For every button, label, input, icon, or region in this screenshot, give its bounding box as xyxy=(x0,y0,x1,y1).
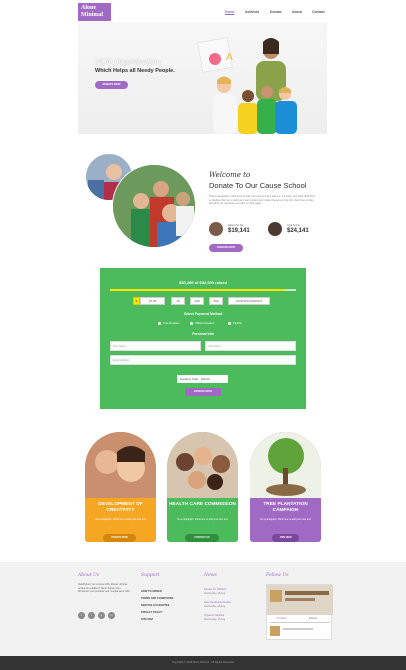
footer-support-heading: Support xyxy=(141,573,160,578)
footer-follow-heading: Follow Us xyxy=(266,573,289,578)
stat-value-raised: $19,141 xyxy=(228,228,250,234)
news-date-1: Wednesday, 15 Aug xyxy=(204,592,226,595)
widget-tab-events[interactable]: Events xyxy=(309,617,317,620)
social-feed-cover xyxy=(267,585,333,615)
donation-total: Donation Total: $10.00 xyxy=(177,375,228,383)
card-creativity xyxy=(85,432,156,542)
personal-info-heading: Personal Info xyxy=(192,332,214,336)
welcome-title: Donate To Our Cause School xyxy=(209,181,307,190)
footer-link-privacy[interactable]: PRIVACY POLICY xyxy=(141,611,163,614)
footer-link-sitemap[interactable]: SITE MAP xyxy=(141,618,153,621)
facebook-icon[interactable]: f xyxy=(78,612,85,619)
hero-banner: A xyxy=(78,22,327,134)
welcome-paragraph: This is paragraph. Click here to add you… xyxy=(209,195,316,206)
widget-tab-timeline[interactable]: Timeline xyxy=(277,617,287,620)
hero-title-script: NGO Organization xyxy=(95,58,161,66)
news-title-1[interactable]: Donate for Children xyxy=(204,588,227,591)
card-health-title: HEALTH CARE COMMISSION xyxy=(169,502,236,507)
news-date-3: Wednesday, 15 Aug xyxy=(204,618,226,621)
card-creativity-photo xyxy=(85,432,156,498)
stat-value-goal: $24,141 xyxy=(287,228,309,234)
hero-children-illustration: A xyxy=(197,37,297,134)
first-name-field[interactable]: First Name xyxy=(110,341,201,351)
card-health-photo xyxy=(167,432,238,498)
amount-input[interactable]: 10.00 xyxy=(140,297,165,305)
social-feed-widget[interactable]: Timeline Events xyxy=(266,584,333,640)
stat-label-raised: Raised So Far xyxy=(228,224,244,227)
welcome-donate-button[interactable]: DONATE NOW xyxy=(209,244,243,252)
footer-link-order[interactable]: HOW TO ORDER xyxy=(141,590,162,593)
widget-post-line xyxy=(283,628,313,630)
payment-radio-offline[interactable]: Offline Donation xyxy=(190,322,214,325)
currency-symbol: $ xyxy=(133,297,140,305)
card-tree-button[interactable]: JOIN NOW xyxy=(272,534,299,542)
card-tree xyxy=(250,432,321,542)
payment-radio-test[interactable]: Test Donation xyxy=(158,322,179,325)
card-creativity-text: I'm a paragraph. Click here to add your … xyxy=(94,518,147,521)
twitter-icon[interactable]: t xyxy=(88,612,95,619)
card-tree-title: TREE PLANTATION CAMPAIGN xyxy=(263,502,308,513)
donor-avatar-1 xyxy=(209,222,223,236)
card-creativity-title: DEVELOPMENT OF CREATIVITY xyxy=(98,502,143,513)
footer-about-heading: About Us xyxy=(78,573,100,578)
nav-home[interactable]: Home xyxy=(225,10,234,16)
hero-title: Which Helps all Needy People. xyxy=(95,68,175,74)
amount-option-15[interactable]: 15 xyxy=(171,297,185,305)
payment-method-heading: Select Payment Method xyxy=(183,312,223,316)
linkedin-icon[interactable]: in xyxy=(108,612,115,619)
amount-option-200[interactable]: 200 xyxy=(209,297,223,305)
footer-news-heading: News xyxy=(204,573,217,578)
svg-text:A: A xyxy=(226,52,233,63)
nav-donate[interactable]: Donate xyxy=(270,10,282,16)
widget-post-thumb xyxy=(270,626,280,636)
email-field[interactable]: Email Address xyxy=(110,355,296,365)
footer-about-text: Vestibulum nec cursus nibh. Donec ultric… xyxy=(78,583,131,594)
amount-option-custom[interactable]: CUSTOM AMOUNT xyxy=(228,297,270,305)
payment-radio-paypal[interactable]: PayPal xyxy=(228,322,242,325)
widget-divider xyxy=(270,622,330,623)
amount-option-100[interactable]: 100 xyxy=(190,297,204,305)
donation-raised-text: $30,280 of $32,000 raised xyxy=(179,280,227,285)
footer-link-terms[interactable]: TERMS AND CONDITIONS xyxy=(141,597,173,600)
card-health xyxy=(167,432,238,542)
donation-progress-bar xyxy=(110,289,296,291)
stat-label-goal: Goal So Far xyxy=(287,224,300,227)
welcome-title-script: Welcome to xyxy=(209,171,251,179)
form-donate-button[interactable]: DONATE NOW xyxy=(185,388,221,396)
nav-activists[interactable]: Activists xyxy=(245,10,259,16)
google-plus-icon[interactable]: g xyxy=(98,612,105,619)
footer xyxy=(0,562,406,656)
footer-link-guarantee[interactable]: SERVICE GUARANTEE xyxy=(141,604,170,607)
last-name-field[interactable]: Last Name xyxy=(205,341,296,351)
card-tree-photo xyxy=(250,432,321,498)
hero-donate-button[interactable]: DONATE NOW xyxy=(95,81,128,89)
nav-contact[interactable]: Contact xyxy=(312,10,325,16)
nav-about[interactable]: About xyxy=(292,10,302,16)
donor-avatar-2 xyxy=(268,222,282,236)
card-tree-text: I'm a paragraph. Click here to add your … xyxy=(259,518,312,521)
news-title-2[interactable]: Help the Needy People xyxy=(204,601,231,604)
news-date-2: Wednesday, 15 Aug xyxy=(204,605,226,608)
card-health-button[interactable]: CONTACT US xyxy=(185,534,219,542)
card-creativity-button[interactable]: DONATE NOW xyxy=(103,534,136,542)
news-title-3[interactable]: Organize Medical xyxy=(204,614,224,617)
copyright-bar: Copyright © 2016 Alone Minimal · All Rig… xyxy=(0,656,406,670)
site-logo[interactable]: Alone Minimal xyxy=(78,3,111,21)
students-photo-large xyxy=(112,164,196,248)
card-health-text: I'm a paragraph. Click here to add your … xyxy=(176,518,229,521)
